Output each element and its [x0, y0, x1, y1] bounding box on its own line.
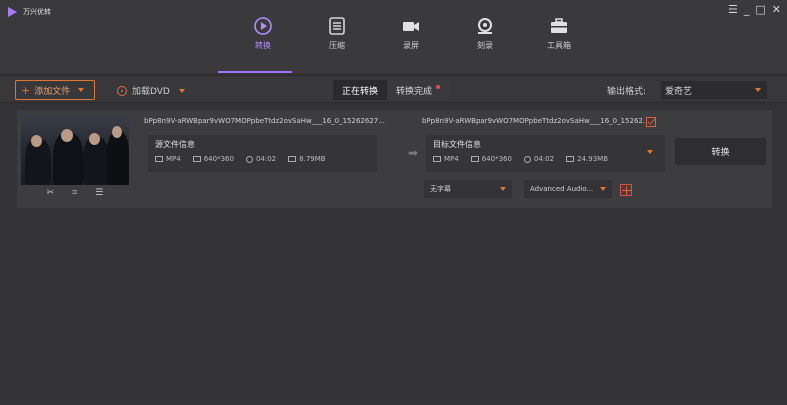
tab-done-label: 转换完成 — [396, 86, 433, 97]
convert-button[interactable]: 转换 — [675, 138, 766, 165]
chevron-down-icon[interactable] — [78, 88, 85, 92]
resolution-icon — [192, 156, 201, 162]
resolution-icon — [470, 156, 479, 162]
source-format: MP4 — [166, 155, 181, 163]
crop-icon[interactable]: ⌗ — [72, 188, 77, 198]
nav-burn[interactable]: 刻录 — [448, 16, 522, 51]
active-tab-indicator — [218, 71, 292, 73]
tab-converting[interactable]: 正在转换 — [333, 80, 388, 100]
nav-toolbox-label: 工具箱 — [547, 41, 571, 50]
source-duration: 04:02 — [255, 155, 277, 163]
load-dvd-label: 加载DVD — [132, 87, 170, 97]
disc-burn-icon — [475, 16, 495, 36]
source-file-name: bPp8n9V-aRWBpar9vWO7MOPpbeTtdz2ovSaHw___… — [144, 117, 385, 125]
compress-icon — [327, 16, 347, 36]
chevron-down-icon — [600, 187, 606, 191]
thumbnail-scene — [21, 115, 129, 185]
folder-icon — [288, 156, 297, 162]
output-format-value: 爱奇艺 — [665, 86, 693, 97]
window-controls: ☰ _ □ ✕ — [728, 3, 781, 16]
target-info-title: 目标文件信息 — [433, 140, 481, 149]
video-format-icon — [433, 156, 441, 162]
add-file-button[interactable]: + 添加文件 — [15, 80, 95, 100]
add-file-label: 添加文件 — [34, 86, 71, 97]
nav-record[interactable]: 录屏 — [374, 16, 448, 51]
source-size: 8.79MB — [299, 155, 326, 163]
subtitle-value: 无字幕 — [430, 185, 451, 193]
output-format-select[interactable]: 爱奇艺 — [661, 81, 767, 99]
maximize-button[interactable]: □ — [755, 3, 765, 16]
target-format-dropdown[interactable] — [647, 150, 653, 154]
source-info-title: 源文件信息 — [155, 140, 195, 149]
cut-icon[interactable]: ✂ — [47, 188, 55, 198]
nav-record-label: 录屏 — [403, 41, 419, 50]
thumbnail-tools: ✂ ⌗ ☰ — [21, 185, 129, 200]
nav-compress[interactable]: 压缩 — [300, 16, 374, 51]
toolbox-icon — [549, 16, 569, 36]
source-resolution: 640*360 — [203, 155, 234, 163]
audio-select[interactable]: Advanced Audio... — [524, 180, 612, 198]
notification-dot — [436, 85, 441, 89]
edit-icon[interactable] — [646, 117, 656, 127]
load-dvd-button[interactable]: 加载DVD — [117, 84, 185, 97]
settings-icon[interactable]: ☰ — [95, 188, 103, 198]
nav-convert-label: 转换 — [255, 41, 271, 50]
main-nav: 转换 压缩 录屏 刻录 工具箱 — [226, 16, 596, 51]
nav-convert[interactable]: 转换 — [226, 16, 300, 51]
nav-compress-label: 压缩 — [329, 41, 345, 50]
nav-toolbox[interactable]: 工具箱 — [522, 16, 596, 51]
target-size: 24.93MB — [577, 155, 609, 163]
minimize-button[interactable]: _ — [744, 3, 750, 16]
target-format: MP4 — [444, 155, 459, 163]
chevron-down-icon — [755, 88, 761, 92]
title-bar: 万兴优转 ☰ _ □ ✕ 转换 压缩 录屏 刻录 工具箱 — [0, 0, 787, 73]
logo-icon — [8, 7, 17, 17]
play-circle-icon — [253, 16, 273, 36]
dvd-icon — [117, 85, 127, 96]
app-logo: 万兴优转 — [8, 7, 51, 17]
toolbar: + 添加文件 加载DVD 正在转换 转换完成 输出格式: 爱奇艺 — [0, 75, 787, 103]
status-tabs: 正在转换 转换完成 — [333, 80, 450, 100]
arrow-right-icon: ➡ — [408, 146, 419, 160]
target-duration: 04:02 — [533, 155, 555, 163]
app-title: 万兴优转 — [23, 8, 51, 16]
folder-icon — [566, 156, 575, 162]
output-format-label: 输出格式: — [607, 87, 647, 97]
close-button[interactable]: ✕ — [772, 3, 781, 16]
plus-icon: + — [21, 83, 31, 97]
audio-value: Advanced Audio... — [530, 185, 594, 193]
target-info: 目标文件信息 MP4 640*360 04:02 24.93MB — [426, 135, 665, 172]
video-format-icon — [155, 156, 163, 162]
clock-icon — [245, 155, 253, 163]
add-audio-icon[interactable] — [620, 184, 632, 196]
target-file-name: bPp8n9V-aRWBpar9vWO7MOPpbeTtdz2ovSaHw___… — [422, 117, 650, 125]
subtitle-select[interactable]: 无字幕 — [424, 180, 512, 198]
chevron-down-icon — [500, 187, 506, 191]
chevron-down-icon[interactable] — [178, 88, 185, 93]
nav-burn-label: 刻录 — [477, 41, 493, 50]
tab-done[interactable]: 转换完成 — [387, 80, 450, 100]
menu-icon[interactable]: ☰ — [728, 3, 738, 16]
camera-icon — [401, 16, 421, 36]
file-item: ✂ ⌗ ☰ bPp8n9V-aRWBpar9vWO7MOPpbeTtdz2ovS… — [17, 110, 772, 208]
video-thumbnail[interactable] — [21, 115, 129, 185]
source-info: 源文件信息 MP4 640*360 04:02 8.79MB — [148, 135, 377, 172]
clock-icon — [523, 155, 531, 163]
target-resolution: 640*360 — [481, 155, 512, 163]
